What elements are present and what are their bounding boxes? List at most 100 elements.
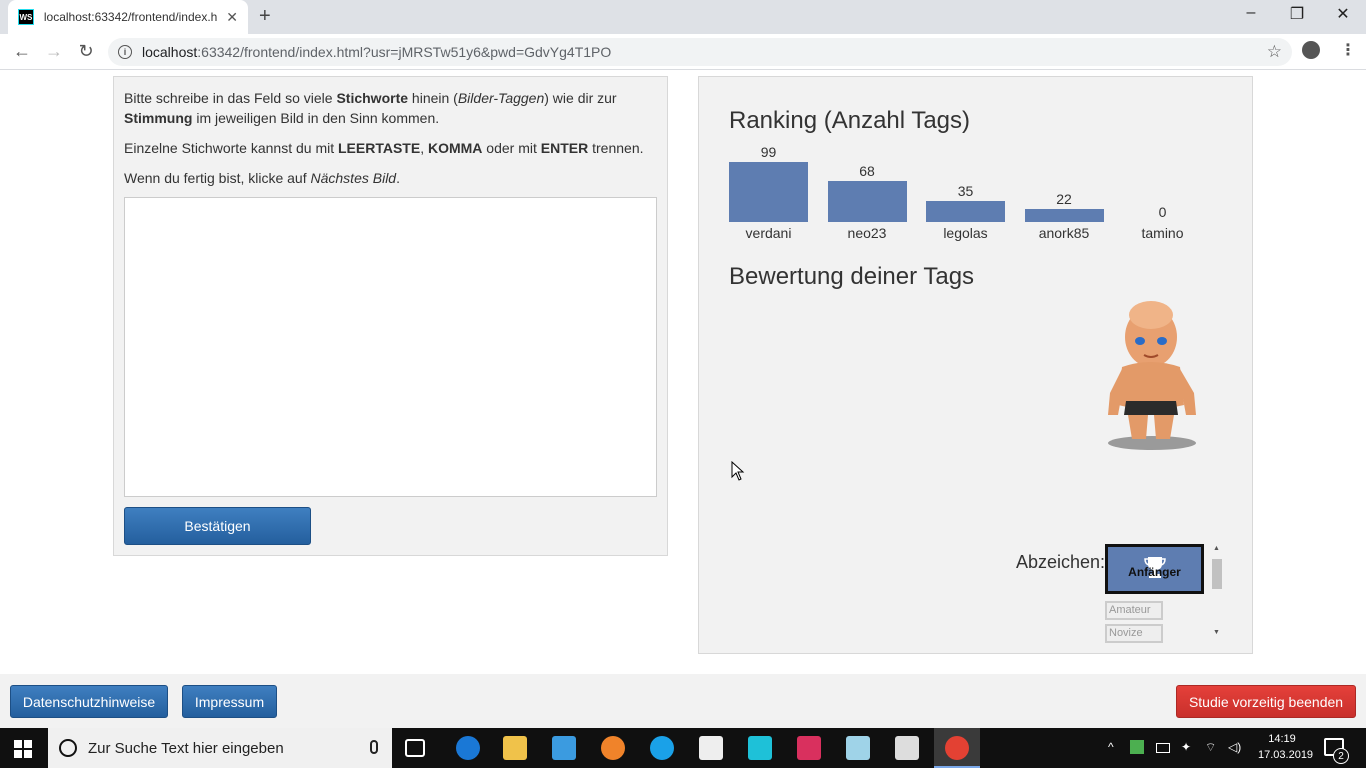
tag-input[interactable] xyxy=(124,197,657,497)
badges-scrollbar[interactable]: ▲ ▼ xyxy=(1211,543,1222,639)
intellij-icon[interactable] xyxy=(797,736,821,760)
privacy-button[interactable]: Datenschutzhinweise xyxy=(10,685,168,718)
instruction-text: Bitte schreibe in das Feld so viele xyxy=(124,90,337,106)
mouse-cursor-icon xyxy=(731,461,745,481)
scroll-up-icon[interactable]: ▲ xyxy=(1213,545,1220,552)
back-icon[interactable]: ← xyxy=(10,41,34,62)
instruction-bold: Stimmung xyxy=(124,110,193,126)
page-footer: Datenschutzhinweise Impressum Studie vor… xyxy=(0,674,1366,728)
instruction-text: Einzelne Stichworte kannst du mit xyxy=(124,140,338,156)
tab-title: localhost:63342/frontend/index.h xyxy=(43,10,218,24)
instruction-text: . xyxy=(396,170,400,186)
badge-anfaenger[interactable]: Anfänger xyxy=(1105,544,1204,594)
clock-date: 17.03.2019 xyxy=(1258,749,1314,761)
clock-time: 14:19 xyxy=(1268,733,1296,745)
profile-avatar-icon[interactable] xyxy=(1302,41,1320,59)
ranking-column: 22 anork85 xyxy=(1024,143,1104,243)
taskbar-clock[interactable]: 14:19 17.03.2019 xyxy=(1258,731,1314,763)
ranking-bar xyxy=(729,162,808,222)
instruction-text: im jeweiligen Bild in den Sinn kommen. xyxy=(192,110,440,126)
instruction-italic: Nächstes Bild xyxy=(310,170,397,186)
mail-icon[interactable] xyxy=(699,736,723,760)
notes-icon[interactable] xyxy=(846,736,870,760)
ranking-title: Ranking (Anzahl Tags) xyxy=(729,107,971,134)
tagging-panel: Bitte schreibe in das Feld so viele Stic… xyxy=(113,76,668,556)
ranking-user-label: anork85 xyxy=(1038,225,1090,241)
address-toolbar: ← → ↻ i localhost:63342/frontend/index.h… xyxy=(0,34,1366,70)
ranking-value-label: 35 xyxy=(957,183,974,199)
dropbox-icon[interactable]: ✦ xyxy=(1181,740,1191,754)
restore-icon[interactable]: ❐ xyxy=(1274,4,1320,24)
bookmark-star-icon[interactable]: ☆ xyxy=(1267,42,1282,62)
firefox-icon[interactable] xyxy=(601,736,625,760)
url-host: localhost xyxy=(142,44,198,60)
instruction-text: trennen. xyxy=(588,140,644,156)
volume-icon[interactable]: ◁) xyxy=(1228,740,1241,754)
ranking-column: 68 neo23 xyxy=(827,143,907,243)
ranking-user-label: verdani xyxy=(745,225,792,241)
ranking-user-label: legolas xyxy=(943,225,988,241)
webstorm-favicon-icon: WS xyxy=(18,9,34,25)
badge-amateur[interactable]: Amateur xyxy=(1105,601,1163,620)
minimize-icon[interactable]: – xyxy=(1228,4,1274,22)
confirm-button[interactable]: Bestätigen xyxy=(124,507,311,545)
browser-tab[interactable]: WS localhost:63342/frontend/index.h ✕ xyxy=(8,0,248,34)
notification-count: 2 xyxy=(1333,748,1349,764)
ranking-value-label: 68 xyxy=(859,163,875,179)
scroll-thumb[interactable] xyxy=(1212,559,1222,589)
browser-tab-strip: WS localhost:63342/frontend/index.h ✕ + … xyxy=(0,0,1366,34)
skype-icon[interactable] xyxy=(650,736,674,760)
file-explorer-icon[interactable] xyxy=(503,736,527,760)
ranking-bar xyxy=(1024,209,1104,222)
instruction-bold: Stichworte xyxy=(336,90,409,106)
ranking-value-label: 0 xyxy=(1158,204,1167,220)
taskbar-search-placeholder: Zur Suche Text hier eingeben xyxy=(88,739,284,757)
rating-title: Bewertung deiner Tags xyxy=(729,263,975,290)
instruction-text: hinein ( xyxy=(408,90,458,106)
instruction-paragraph-1: Bitte schreibe in das Feld so viele Stic… xyxy=(124,88,657,128)
end-study-button[interactable]: Studie vorzeitig beenden xyxy=(1176,685,1356,718)
instruction-text: ) wie dir zur xyxy=(544,90,617,106)
ranking-column: 35 legolas xyxy=(926,143,1005,243)
instruction-paragraph-3: Wenn du fertig bist, klicke auf Nächstes… xyxy=(124,168,657,188)
url-bar[interactable]: i localhost:63342/frontend/index.html?us… xyxy=(108,38,1292,66)
battery-icon[interactable] xyxy=(1156,743,1170,753)
forward-icon[interactable]: → xyxy=(42,41,66,62)
ranking-bar xyxy=(827,181,907,222)
instruction-text: oder mit xyxy=(482,140,541,156)
window-close-icon[interactable]: ✕ xyxy=(1320,4,1366,24)
info-icon[interactable]: i xyxy=(118,45,132,59)
new-tab-icon[interactable]: + xyxy=(259,5,271,28)
tab-close-icon[interactable]: ✕ xyxy=(226,9,238,26)
imprint-button[interactable]: Impressum xyxy=(182,685,277,718)
tray-expand-icon[interactable]: ^ xyxy=(1108,740,1114,754)
edge-icon[interactable] xyxy=(456,736,480,760)
badges-label: Abzeichen: xyxy=(1016,552,1106,572)
badges-list[interactable]: Anfänger Amateur Novize ▲ ▼ xyxy=(1104,543,1222,643)
ranking-column: 0 tamino xyxy=(1123,143,1202,243)
windows-start-icon[interactable] xyxy=(14,740,32,758)
microphone-icon[interactable] xyxy=(370,740,378,754)
wifi-icon[interactable]: ⌔ xyxy=(1205,740,1216,755)
browser-menu-icon[interactable]: ⋮ xyxy=(1340,40,1356,60)
webstorm-icon[interactable] xyxy=(748,736,772,760)
badge-novize[interactable]: Novize xyxy=(1105,624,1163,643)
ranking-user-label: neo23 xyxy=(847,225,887,241)
instruction-bold: LEERTASTE xyxy=(338,140,421,156)
task-view-icon[interactable] xyxy=(405,739,425,757)
taskbar-search[interactable]: Zur Suche Text hier eingeben xyxy=(48,728,392,768)
ranking-chart: 99 verdani 68 neo23 35 legolas 22 anork85 0 tamin… xyxy=(729,143,1229,243)
chrome-icon[interactable] xyxy=(945,736,969,760)
store-icon[interactable] xyxy=(552,736,576,760)
ranking-value-label: 22 xyxy=(1056,191,1072,207)
scroll-down-icon[interactable]: ▼ xyxy=(1213,629,1220,636)
photos-icon[interactable] xyxy=(895,736,919,760)
tray-app-icon[interactable] xyxy=(1130,740,1144,754)
ranking-user-label: tamino xyxy=(1141,225,1184,241)
reload-icon[interactable]: ↻ xyxy=(74,41,98,62)
page-content: Bitte schreibe in das Feld so viele Stic… xyxy=(0,71,1366,728)
ranking-panel: Ranking (Anzahl Tags) 99 verdani 68 neo23 35… xyxy=(698,76,1253,654)
instruction-bold: ENTER xyxy=(540,140,589,156)
windows-taskbar: Zur Suche Text hier eingeben ^ ✦ ⌔ ◁) 14… xyxy=(0,728,1366,768)
avatar-character-icon xyxy=(1108,301,1196,450)
